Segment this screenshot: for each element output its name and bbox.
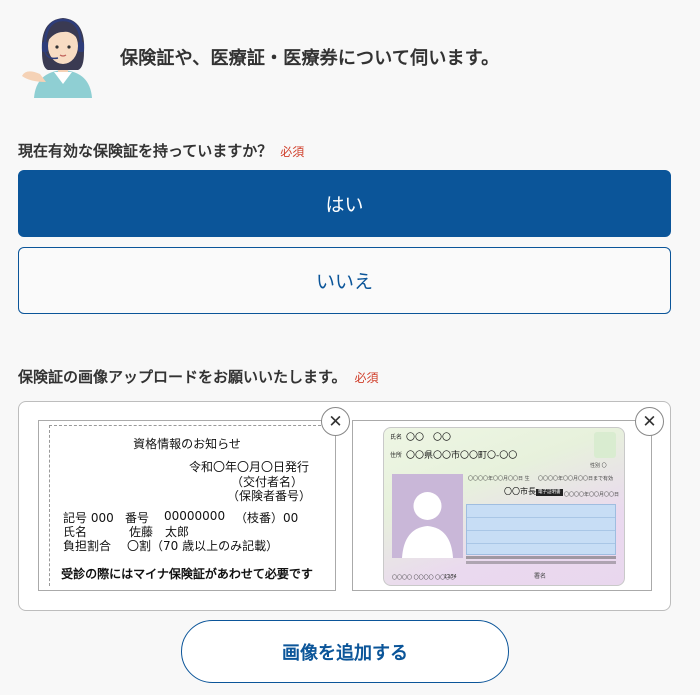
operator-avatar [20,12,106,98]
uploaded-image-my-number-card: 氏名 〇〇 〇〇 住所 〇〇県〇〇市〇〇町〇-〇〇 性別 〇 〇〇〇〇年〇〇月〇… [352,420,652,591]
notice-number-value: 00000000 [164,509,226,523]
card-address-label: 住所 [390,452,403,459]
add-image-button[interactable]: 画像を追加する [181,620,509,683]
hologram-icon [594,432,616,458]
required-badge: 必須 [280,145,305,159]
question-insurance-card-label: 現在有効な保険証を持っていますか？ 必須 [18,140,304,161]
card-serial: 1234 [444,574,457,580]
card-badge: 電子証明書 [536,489,563,496]
card-city: 〇〇市長 [504,487,536,496]
add-image-label: 画像を追加する [282,642,408,664]
card-fine-print [466,556,616,559]
question-text: 保険証の画像アップロードをお願いいたします。 [18,368,347,386]
close-icon: ✕ [328,411,343,432]
notice-ratio-value: 〇割（70 歳以上のみ記載） [127,539,279,553]
notice-insurer: （保険者番号） [227,489,312,503]
my-number-card: 氏名 〇〇 〇〇 住所 〇〇県〇〇市〇〇町〇-〇〇 性別 〇 〇〇〇〇年〇〇月〇… [383,427,625,586]
card-sign-label: 署名 [534,573,547,580]
card-expiry2: 〇〇〇〇年〇〇月〇〇日 [564,492,620,498]
card-name-value: 〇〇 〇〇 [406,433,452,443]
uploaded-image-qualification-notice: 資格情報のお知らせ 令和〇年〇月〇日発行 （交付者名） （保険者番号） 記号 0… [38,420,336,591]
yes-button[interactable]: はい [18,170,671,237]
intro-text: 保険証や、医療証・医療券について伺います。 [120,48,500,69]
notice-ratio-label: 負担割合 [63,539,112,553]
required-badge: 必須 [354,371,379,385]
notice-branch: （枝番）00 [235,511,299,525]
question-text: 現在有効な保険証を持っていますか？ [18,142,273,160]
card-expiry: 〇〇〇〇年〇〇月〇〇日まで有効 [538,476,614,482]
card-info-box [466,504,616,555]
remove-image-2-button[interactable]: ✕ [635,407,664,436]
yes-label: はい [325,194,364,216]
no-button[interactable]: いいえ [18,247,671,314]
card-photo [392,474,463,558]
card-dob: 〇〇〇〇年〇〇月〇〇日 生 [468,476,530,482]
no-label: いいえ [315,271,373,293]
question-upload-label: 保険証の画像アップロードをお願いいたします。 必須 [18,366,379,387]
card-address-value: 〇〇県〇〇市〇〇町〇-〇〇 [406,451,518,461]
remove-image-1-button[interactable]: ✕ [321,407,350,436]
notice-title: 資格情報のお知らせ [133,437,241,451]
card-sex: 性別 〇 [590,463,607,469]
notice-footer: 受診の際にはマイナ保険証があわせて必要です [61,567,313,581]
close-icon: ✕ [642,411,657,432]
card-name-label: 氏名 [390,434,403,441]
